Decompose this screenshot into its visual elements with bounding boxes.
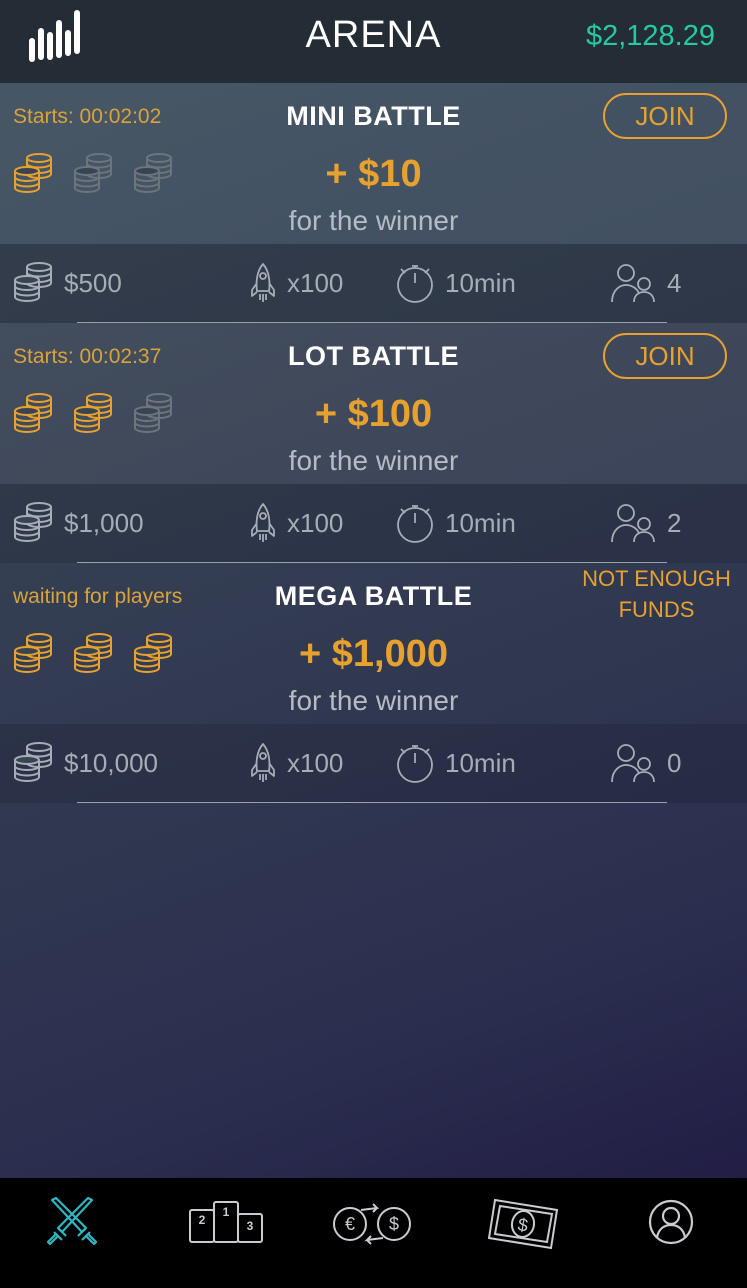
duration: 10min	[445, 748, 516, 778]
duration: 10min	[445, 268, 516, 298]
profile-icon	[648, 1199, 694, 1245]
prize-amount: + $1,000	[299, 633, 448, 675]
podium-label: 3	[247, 1219, 254, 1233]
app-header: ARENA $2,128.29	[0, 0, 747, 83]
coin-stack-icon	[12, 262, 54, 304]
battle-stats: $500 x100 10min 4	[0, 244, 747, 323]
stopwatch-icon	[394, 262, 436, 304]
duration: 10min	[445, 508, 516, 538]
notice-line: NOT ENOUGH	[582, 566, 731, 591]
player-count: 0	[667, 748, 682, 778]
svg-text:$: $	[516, 1214, 529, 1235]
prize-amount: + $100	[314, 393, 433, 435]
coin-stack-icon	[12, 742, 54, 784]
entry-amount: $1,000	[64, 508, 144, 538]
player-count: 4	[667, 268, 682, 298]
nav-item-exchange[interactable]: € $	[327, 1192, 417, 1252]
podium-icon: 2 1 3	[189, 1201, 263, 1243]
battle-stats: $1,000 x100 10min 2	[0, 484, 747, 563]
banknote-icon: $	[487, 1198, 559, 1250]
prize-caption: for the winner	[288, 685, 459, 716]
account-balance: $2,128.29	[585, 20, 715, 52]
join-button[interactable]: JOIN	[603, 333, 727, 379]
entry-amount: $10,000	[64, 748, 158, 778]
prize-caption: for the winner	[288, 205, 459, 236]
podium-label: 1	[223, 1205, 230, 1219]
nav-item-profile[interactable]	[626, 1192, 716, 1252]
multiplier: x100	[287, 268, 344, 298]
nav-item-arena[interactable]	[27, 1192, 117, 1252]
podium-label: 2	[199, 1213, 206, 1227]
nav-item-deposit[interactable]: $	[478, 1192, 568, 1252]
player-count: 2	[667, 508, 682, 538]
multiplier: x100	[287, 508, 344, 538]
rocket-icon	[242, 742, 284, 784]
svg-text:€: €	[345, 1214, 355, 1234]
prize-amount: + $10	[325, 153, 422, 195]
players-icon	[610, 502, 656, 544]
stopwatch-icon	[394, 502, 436, 544]
battle-card-lot: Starts: 00:02:37 LOT BATTLE JOIN + $100 …	[0, 323, 747, 563]
currency-exchange-icon: € $	[333, 1203, 411, 1245]
players-icon	[610, 742, 656, 784]
stopwatch-icon	[394, 742, 436, 784]
rocket-icon	[242, 502, 284, 544]
svg-text:$: $	[389, 1214, 399, 1234]
join-button[interactable]: JOIN	[603, 93, 727, 139]
battle-card-mini: Starts: 00:02:02 MINI BATTLE JOIN + $10 …	[0, 83, 747, 323]
battle-stats: $10,000 x100 10min 0	[0, 724, 747, 803]
coin-stack-icon	[12, 502, 54, 544]
battle-card-mega: waiting for players MEGA BATTLE NOT ENOU…	[0, 563, 747, 803]
notice-line: FUNDS	[618, 597, 695, 622]
entry-amount: $500	[64, 268, 122, 298]
bottom-navigation: 2 1 3 € $ $	[0, 1178, 747, 1288]
nav-item-leaderboard[interactable]: 2 1 3	[178, 1192, 268, 1252]
players-icon	[610, 262, 656, 304]
multiplier: x100	[287, 748, 344, 778]
rocket-icon	[242, 262, 284, 304]
not-enough-funds-notice: NOT ENOUGH FUNDS	[570, 563, 743, 625]
prize-caption: for the winner	[288, 445, 459, 476]
crossed-swords-icon	[46, 1196, 98, 1246]
divider	[77, 802, 667, 803]
